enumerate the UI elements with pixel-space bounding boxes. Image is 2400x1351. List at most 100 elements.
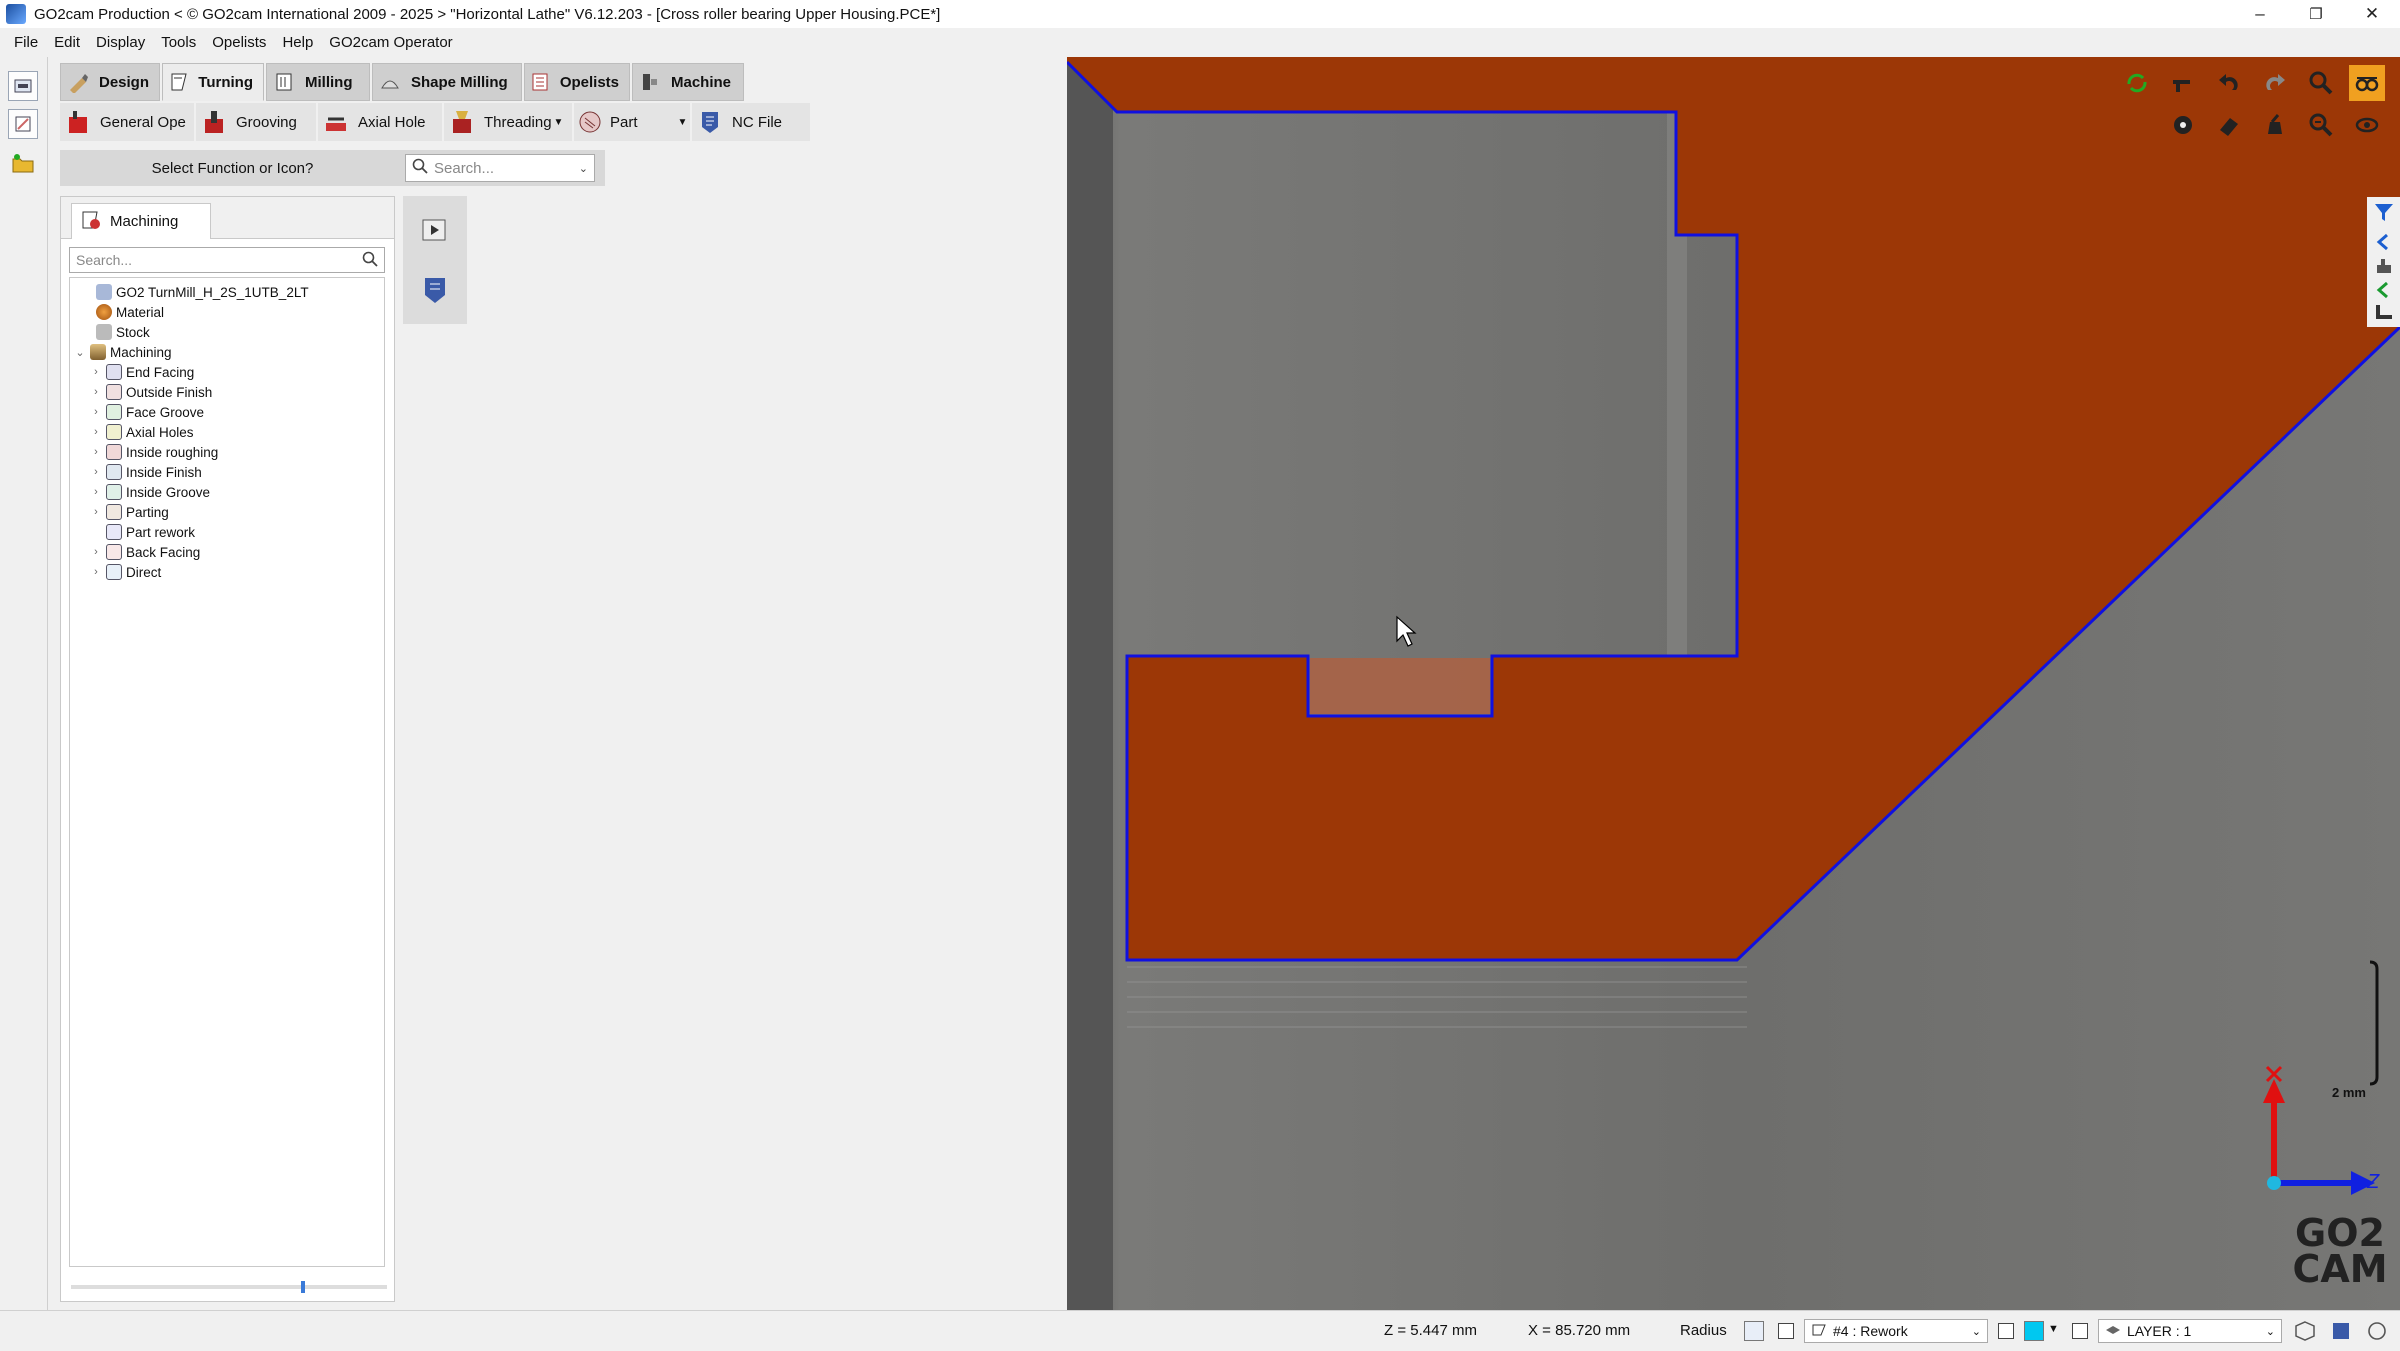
refresh-icon[interactable]: [2119, 65, 2155, 101]
cad-cam-switch-icon[interactable]: [8, 71, 38, 101]
color-swatch[interactable]: [2024, 1321, 2044, 1341]
tool-view-icon[interactable]: [2165, 65, 2201, 101]
tree-item-operation[interactable]: › End Facing: [90, 362, 194, 382]
tab-turning[interactable]: Turning: [162, 63, 264, 101]
design-icon: [65, 69, 91, 95]
open-folder-icon[interactable]: [8, 149, 38, 179]
tree-item-machining[interactable]: ⌄ Machining: [74, 342, 172, 362]
expand-chevron-icon[interactable]: ›: [90, 566, 102, 578]
help-icon[interactable]: [2366, 1320, 2388, 1346]
tree-item-operation[interactable]: › Back Facing: [90, 542, 200, 562]
tree-item-stock[interactable]: Stock: [96, 322, 150, 342]
zoom-icon[interactable]: [2303, 65, 2339, 101]
threading-dropdown-icon[interactable]: ▼: [554, 117, 564, 128]
threading-button[interactable]: Threading ▼: [444, 103, 572, 141]
chevron-down-icon[interactable]: ⌄: [579, 162, 588, 175]
menu-file[interactable]: File: [6, 28, 46, 57]
part-view: [1067, 57, 2400, 1310]
edit-icon[interactable]: [8, 109, 38, 139]
filter-icon[interactable]: [2373, 201, 2395, 227]
expand-chevron-icon[interactable]: ›: [90, 506, 102, 518]
part-dropdown-icon[interactable]: ▼: [678, 117, 688, 128]
tree-item-operation[interactable]: › Direct: [90, 562, 161, 582]
hand-tool-icon[interactable]: [2373, 255, 2395, 281]
tab-machine[interactable]: Machine: [632, 63, 744, 101]
expand-chevron-icon[interactable]: ›: [90, 426, 102, 438]
eraser-icon[interactable]: [2211, 107, 2247, 143]
undo-icon[interactable]: [2211, 65, 2247, 101]
color-dropdown-icon[interactable]: ▼: [2048, 1323, 2059, 1335]
part-button[interactable]: Part ▼: [574, 103, 690, 141]
tree-item-operation[interactable]: Part rework: [90, 522, 195, 542]
redo-icon[interactable]: [2257, 65, 2293, 101]
tree-item-operation[interactable]: › Face Groove: [90, 402, 204, 422]
tree-item-material[interactable]: Material: [96, 302, 164, 322]
operation-icon: [106, 544, 122, 560]
visibility-icon[interactable]: [2349, 107, 2385, 143]
clean-icon[interactable]: [2257, 107, 2293, 143]
tree-item-operation[interactable]: › Inside roughing: [90, 442, 218, 462]
settings-tools-icon[interactable]: [2165, 107, 2201, 143]
expand-chevron-icon[interactable]: ›: [90, 366, 102, 378]
expand-chevron-icon[interactable]: ›: [90, 486, 102, 498]
tree-item-operation[interactable]: › Inside Groove: [90, 482, 210, 502]
tree-search-input[interactable]: Search...: [69, 247, 385, 273]
scrollbar-thumb[interactable]: [301, 1281, 305, 1293]
zoom-window-icon[interactable]: [2303, 107, 2339, 143]
nc-file-button[interactable]: NC File: [692, 103, 810, 141]
ruler-icon[interactable]: [2373, 301, 2395, 327]
window-title: GO2cam Production < © GO2cam Internation…: [34, 5, 941, 23]
function-search-input[interactable]: Search... ⌄: [405, 154, 595, 182]
tree-item-operation[interactable]: › Inside Finish: [90, 462, 202, 482]
restore-button[interactable]: ❐: [2288, 0, 2344, 28]
view-cube-icon[interactable]: [2294, 1320, 2316, 1346]
axial-hole-button[interactable]: Axial Hole: [318, 103, 442, 141]
expand-chevron-icon[interactable]: ›: [90, 546, 102, 558]
grid-icon[interactable]: [1744, 1321, 1764, 1341]
view-glasses-icon[interactable]: [2349, 65, 2385, 101]
expand-chevron-icon[interactable]: ›: [90, 386, 102, 398]
close-button[interactable]: ✕: [2344, 0, 2400, 28]
tab-shape-milling[interactable]: Shape Milling: [372, 63, 522, 101]
grooving-button[interactable]: Grooving: [196, 103, 316, 141]
operation-icon: [106, 524, 122, 540]
operation-select[interactable]: #4 : Rework ⌄: [1804, 1319, 1988, 1343]
operation-icon: [106, 444, 122, 460]
menu-opelists[interactable]: Opelists: [204, 28, 274, 57]
tab-opelists[interactable]: Opelists: [524, 63, 630, 101]
expand-chevron-icon[interactable]: ›: [90, 446, 102, 458]
tree-item-operation[interactable]: › Parting: [90, 502, 169, 522]
tab-milling[interactable]: Milling: [266, 63, 370, 101]
menu-display[interactable]: Display: [88, 28, 153, 57]
machine-icon: [637, 69, 663, 95]
menu-edit[interactable]: Edit: [46, 28, 88, 57]
expand-chevron-icon[interactable]: ›: [90, 466, 102, 478]
expand-chevron-icon[interactable]: ›: [90, 406, 102, 418]
layer-select[interactable]: LAYER : 1 ⌄: [2098, 1319, 2282, 1343]
turning-op-icon: [1811, 1322, 1827, 1341]
checkbox[interactable]: [1778, 1323, 1794, 1339]
menu-help[interactable]: Help: [274, 28, 321, 57]
general-ope-button[interactable]: General Ope: [60, 103, 194, 141]
minimize-button[interactable]: –: [2232, 0, 2288, 28]
tree-item-operation[interactable]: › Axial Holes: [90, 422, 194, 442]
machine-status-icon[interactable]: [2330, 1320, 2352, 1346]
layer-icon: [2105, 1322, 2121, 1341]
simulation-icon[interactable]: [411, 202, 459, 258]
nc-output-icon[interactable]: [411, 262, 459, 318]
horizontal-scrollbar[interactable]: [71, 1285, 387, 1289]
radius-mode[interactable]: Radius: [1680, 1311, 1727, 1351]
expand-chevron-icon[interactable]: ⌄: [74, 346, 86, 359]
checkbox[interactable]: [1998, 1323, 2014, 1339]
tab-design[interactable]: Design: [60, 63, 160, 101]
menu-tools[interactable]: Tools: [153, 28, 204, 57]
tab-machining[interactable]: Machining: [71, 203, 211, 239]
tree-item-machine[interactable]: GO2 TurnMill_H_2S_1UTB_2LT: [96, 282, 309, 302]
checkbox[interactable]: [2072, 1323, 2088, 1339]
machining-panel: Machining Search... GO2 TurnMill_H_2S_1U…: [60, 196, 395, 1302]
tree-item-operation[interactable]: › Outside Finish: [90, 382, 212, 402]
menu-go2cam-operator[interactable]: GO2cam Operator: [321, 28, 460, 57]
graphics-viewport[interactable]: 2 mm Z GO2 CAM: [1067, 57, 2400, 1310]
go2cam-logo: GO2 CAM: [2292, 1211, 2388, 1291]
chevron-left-icon[interactable]: [2373, 231, 2395, 257]
